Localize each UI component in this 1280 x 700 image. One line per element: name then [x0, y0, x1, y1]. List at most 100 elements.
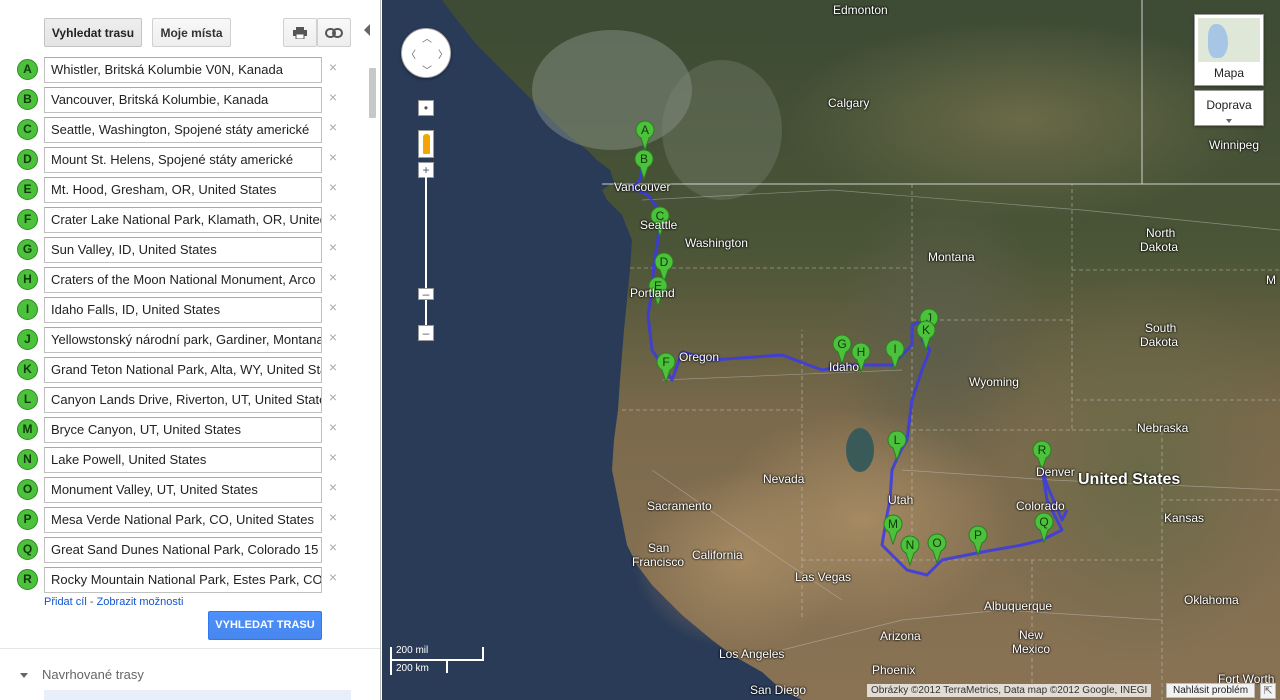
waypoint-input[interactable]: Mt. Hood, Gresham, OR, United States: [44, 177, 322, 203]
remove-waypoint-icon[interactable]: ×: [327, 330, 339, 344]
pan-left-icon[interactable]: 〈: [406, 46, 416, 61]
waypoint-input[interactable]: Great Sand Dunes National Park, Colorado…: [44, 537, 322, 563]
remove-waypoint-icon[interactable]: ×: [327, 60, 339, 74]
scale-tick: [446, 659, 448, 673]
remove-waypoint-icon[interactable]: ×: [327, 90, 339, 104]
link-button[interactable]: [317, 18, 351, 47]
remove-waypoint-icon[interactable]: ×: [327, 270, 339, 284]
map-marker-letter: D: [660, 255, 669, 269]
pan-down-icon[interactable]: ﹀: [422, 62, 432, 77]
search-route-button[interactable]: VYHLEDAT TRASU: [208, 611, 322, 640]
waypoint-row: R Rocky Mountain National Park, Estes Par…: [0, 565, 360, 595]
remove-waypoint-icon[interactable]: ×: [327, 420, 339, 434]
marker-f-icon[interactable]: F: [17, 209, 38, 230]
waypoint-input[interactable]: Canyon Lands Drive, Riverton, UT, United…: [44, 387, 322, 413]
marker-n-icon[interactable]: N: [17, 449, 38, 470]
waypoint-input[interactable]: Crater Lake National Park, Klamath, OR, …: [44, 207, 322, 233]
marker-i-icon[interactable]: I: [17, 299, 38, 320]
remove-waypoint-icon[interactable]: ×: [327, 360, 339, 374]
print-button[interactable]: [283, 18, 317, 47]
map-type-button[interactable]: Mapa: [1194, 14, 1264, 86]
waypoint-input[interactable]: Monument Valley, UT, United States: [44, 477, 322, 503]
marker-j-icon[interactable]: J: [17, 329, 38, 350]
waypoint-input[interactable]: Idaho Falls, ID, United States: [44, 297, 322, 323]
pan-right-icon[interactable]: 〉: [438, 46, 448, 61]
waypoint-input[interactable]: Lake Powell, United States: [44, 447, 322, 473]
map-label-winnipeg: Winnipeg: [1209, 138, 1260, 152]
remove-waypoint-icon[interactable]: ×: [327, 570, 339, 584]
marker-m-icon[interactable]: M: [17, 419, 38, 440]
remove-waypoint-icon[interactable]: ×: [327, 450, 339, 464]
map-marker-letter: L: [894, 433, 901, 447]
zoom-slider-handle[interactable]: –: [418, 288, 434, 300]
pan-up-icon[interactable]: ︿: [422, 30, 432, 45]
remove-waypoint-icon[interactable]: ×: [327, 150, 339, 164]
waypoint-row: A Whistler, Britská Kolumbie V0N, Kanada ×: [0, 55, 360, 85]
marker-b-icon[interactable]: B: [17, 89, 38, 110]
suggested-routes-toggle[interactable]: Navrhované trasy: [20, 667, 144, 682]
suggested-route-item[interactable]: [44, 690, 351, 700]
waypoint-input[interactable]: Mesa Verde National Park, CO, United Sta…: [44, 507, 322, 533]
expand-icon[interactable]: ⇱: [1260, 683, 1276, 699]
waypoint-input[interactable]: Mount St. Helens, Spojené státy americké: [44, 147, 322, 173]
marker-h-icon[interactable]: H: [17, 269, 38, 290]
add-destination-link[interactable]: Přidat cíl: [44, 596, 87, 608]
waypoint-row: J Yellowstonský národní park, Gardiner, M…: [0, 325, 360, 355]
waypoint-input[interactable]: Whistler, Britská Kolumbie V0N, Kanada: [44, 57, 322, 83]
waypoint-input[interactable]: Rocky Mountain National Park, Estes Park…: [44, 567, 322, 593]
waypoint-input[interactable]: Grand Teton National Park, Alta, WY, Uni…: [44, 357, 322, 383]
marker-c-icon[interactable]: C: [17, 119, 38, 140]
remove-waypoint-icon[interactable]: ×: [327, 210, 339, 224]
tab-my-places[interactable]: Moje místa: [152, 18, 231, 47]
map-marker-letter: N: [906, 538, 915, 552]
panel-scrollbar[interactable]: [369, 68, 376, 118]
remove-waypoint-icon[interactable]: ×: [327, 180, 339, 194]
map-canvas[interactable]: ABCDEFGHIJKLMNOPQR Edmonton Calgary Winn…: [382, 0, 1280, 700]
waypoint-input[interactable]: Yellowstonský národní park, Gardiner, Mo…: [44, 327, 322, 353]
zoom-out-button[interactable]: –: [418, 325, 434, 341]
marker-q-icon[interactable]: Q: [17, 539, 38, 560]
street-view-pegman-icon[interactable]: [418, 130, 434, 158]
waypoint-row: L Canyon Lands Drive, Riverton, UT, Unite…: [0, 385, 360, 415]
waypoint-row: Q Great Sand Dunes National Park, Colorad…: [0, 535, 360, 565]
route-links: Přidat cíl - Zobrazit možnosti: [44, 596, 183, 608]
remove-waypoint-icon[interactable]: ×: [327, 540, 339, 554]
map-marker-letter: F: [662, 355, 669, 369]
map-label-albuquerque: Albuquerque: [984, 599, 1053, 613]
marker-r-icon[interactable]: R: [17, 569, 38, 590]
waypoint-input[interactable]: Sun Valley, ID, United States: [44, 237, 322, 263]
zoom-track[interactable]: [425, 176, 427, 326]
report-problem-link[interactable]: Nahlásit problém: [1166, 683, 1256, 698]
waypoint-input[interactable]: Vancouver, Britská Kolumbie, Kanada: [44, 87, 322, 113]
panel-toolbar: Vyhledat trasu Moje místa: [0, 18, 380, 48]
traffic-dropdown[interactable]: Doprava: [1194, 90, 1264, 126]
map-label-new-mexico: New: [1019, 628, 1044, 642]
remove-waypoint-icon[interactable]: ×: [327, 480, 339, 494]
waypoint-input[interactable]: Bryce Canyon, UT, United States: [44, 417, 322, 443]
map-label-new-mexico-2: Mexico: [1012, 642, 1051, 656]
marker-e-icon[interactable]: E: [17, 179, 38, 200]
remove-waypoint-icon[interactable]: ×: [327, 300, 339, 314]
tab-directions[interactable]: Vyhledat trasu: [44, 18, 142, 47]
map-label-oregon: Oregon: [679, 350, 720, 364]
remove-waypoint-icon[interactable]: ×: [327, 390, 339, 404]
marker-a-icon[interactable]: A: [17, 59, 38, 80]
remove-waypoint-icon[interactable]: ×: [327, 240, 339, 254]
waypoint-input[interactable]: Seattle, Washington, Spojené státy ameri…: [44, 117, 322, 143]
show-options-link[interactable]: Zobrazit možnosti: [97, 596, 184, 608]
collapse-panel-icon[interactable]: [364, 24, 370, 36]
marker-l-icon[interactable]: L: [17, 389, 38, 410]
pan-control[interactable]: ︿ ﹀ 〈 〉: [401, 28, 451, 78]
scale-line: [390, 659, 484, 661]
marker-d-icon[interactable]: D: [17, 149, 38, 170]
remove-waypoint-icon[interactable]: ×: [327, 120, 339, 134]
reset-view-button[interactable]: •: [418, 100, 434, 116]
waypoint-row: I Idaho Falls, ID, United States ×: [0, 295, 360, 325]
marker-o-icon[interactable]: O: [17, 479, 38, 500]
waypoint-row: E Mt. Hood, Gresham, OR, United States ×: [0, 175, 360, 205]
marker-p-icon[interactable]: P: [17, 509, 38, 530]
waypoint-input[interactable]: Craters of the Moon National Monument, A…: [44, 267, 322, 293]
marker-k-icon[interactable]: K: [17, 359, 38, 380]
marker-g-icon[interactable]: G: [17, 239, 38, 260]
remove-waypoint-icon[interactable]: ×: [327, 510, 339, 524]
